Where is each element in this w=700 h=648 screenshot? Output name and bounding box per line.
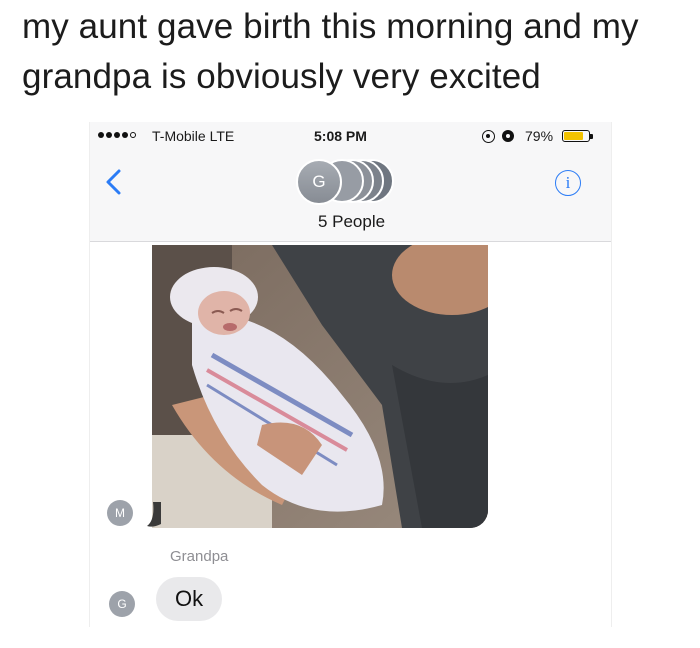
chevron-left-icon[interactable]	[104, 168, 124, 196]
battery-percent: 79%	[525, 128, 554, 144]
sender-avatar-m[interactable]: M	[107, 500, 133, 526]
alarm-icon	[502, 130, 514, 142]
status-time: 5:08 PM	[314, 128, 367, 144]
message-bubble[interactable]: Ok	[156, 577, 223, 621]
conversation-header: T-Mobile LTE 5:08 PM 79% G 5 People i	[90, 122, 611, 242]
rotation-lock-icon	[482, 129, 495, 143]
meme-caption: my aunt gave birth this morning and my g…	[22, 7, 639, 96]
status-icons: 79%	[482, 128, 594, 144]
baby-photo-message[interactable]	[152, 245, 488, 528]
signal-strength-icon	[98, 132, 136, 138]
status-bar: T-Mobile LTE 5:08 PM 79%	[90, 122, 611, 148]
sender-name: Grandpa	[170, 548, 229, 565]
battery-level-fill	[564, 132, 584, 140]
sender-avatar-g[interactable]: G	[109, 591, 135, 617]
messages-screenshot: T-Mobile LTE 5:08 PM 79% G 5 People i M …	[89, 122, 612, 627]
battery-icon	[562, 130, 594, 142]
group-avatar: G	[296, 159, 342, 205]
carrier-label: T-Mobile LTE	[152, 128, 235, 144]
info-icon[interactable]: i	[555, 170, 581, 196]
participants-count[interactable]: 5 People	[90, 212, 611, 232]
group-avatar-stack[interactable]: G	[292, 156, 402, 208]
photo-bubble-tail	[147, 502, 161, 533]
